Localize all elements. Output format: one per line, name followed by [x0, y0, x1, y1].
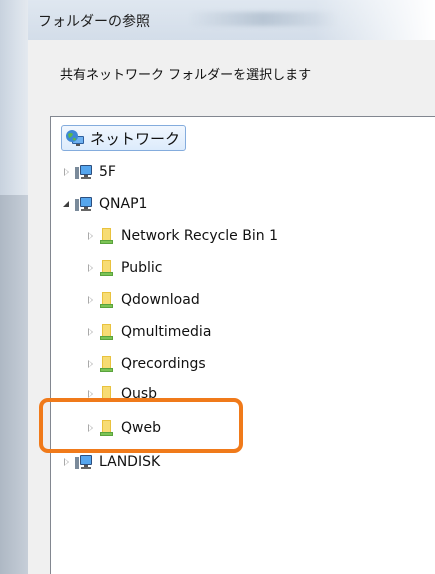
- tree-item-folder[interactable]: Public: [85, 257, 162, 279]
- dialog-body: 共有ネットワーク フォルダーを選択します ネットワーク 5F QNAP1 Net…: [28, 40, 435, 574]
- shared-folder-icon: [99, 291, 115, 309]
- folder-tree[interactable]: ネットワーク 5F QNAP1 Network Recycle Bin 1 Pu…: [50, 116, 435, 574]
- tree-item-label: Public: [121, 260, 163, 276]
- expand-arrow-icon[interactable]: [85, 294, 97, 306]
- shared-folder-icon: [99, 259, 115, 277]
- window-title: フォルダーの参照: [38, 14, 150, 30]
- tree-item-landisk[interactable]: LANDISK: [61, 451, 160, 473]
- shared-folder-icon: [99, 323, 115, 341]
- tree-item-folder[interactable]: Network Recycle Bin 1: [85, 225, 278, 247]
- title-bar[interactable]: フォルダーの参照: [28, 0, 435, 40]
- instruction-text: 共有ネットワーク フォルダーを選択します: [60, 68, 312, 83]
- expand-arrow-icon[interactable]: [61, 166, 73, 178]
- tree-item-label: Qdownload: [121, 292, 200, 308]
- computer-icon: [75, 164, 93, 180]
- tree-item-label: ネットワーク: [90, 129, 181, 148]
- tree-item-label: Qmultimedia: [121, 324, 212, 340]
- title-bar-fade: [315, 0, 435, 40]
- tree-item-folder[interactable]: Qrecordings: [85, 353, 206, 375]
- qweb-highlight-box: [39, 398, 243, 453]
- shared-folder-icon: [99, 355, 115, 373]
- tree-item-network[interactable]: ネットワーク: [61, 125, 187, 151]
- tree-item-label: 5F: [99, 164, 116, 180]
- tree-item-label: Network Recycle Bin 1: [121, 228, 278, 244]
- tree-item-label: LANDISK: [99, 454, 161, 470]
- background-window-shade: [0, 195, 28, 574]
- expand-arrow-icon[interactable]: [85, 358, 97, 370]
- network-globe-icon: [65, 129, 85, 147]
- tree-item-5f[interactable]: 5F: [61, 161, 116, 183]
- computer-icon: [75, 454, 93, 470]
- tree-item-qnap1[interactable]: QNAP1: [61, 193, 147, 215]
- tree-item-label: Qrecordings: [121, 356, 206, 372]
- collapse-arrow-icon[interactable]: [61, 198, 73, 210]
- tree-item-label: QNAP1: [99, 196, 148, 212]
- expand-arrow-icon[interactable]: [85, 230, 97, 242]
- tree-item-folder[interactable]: Qmultimedia: [85, 321, 211, 343]
- shared-folder-icon: [99, 227, 115, 245]
- computer-icon: [75, 196, 93, 212]
- expand-arrow-icon[interactable]: [85, 262, 97, 274]
- expand-arrow-icon[interactable]: [61, 456, 73, 468]
- tree-item-folder[interactable]: Qdownload: [85, 289, 200, 311]
- expand-arrow-icon[interactable]: [85, 326, 97, 338]
